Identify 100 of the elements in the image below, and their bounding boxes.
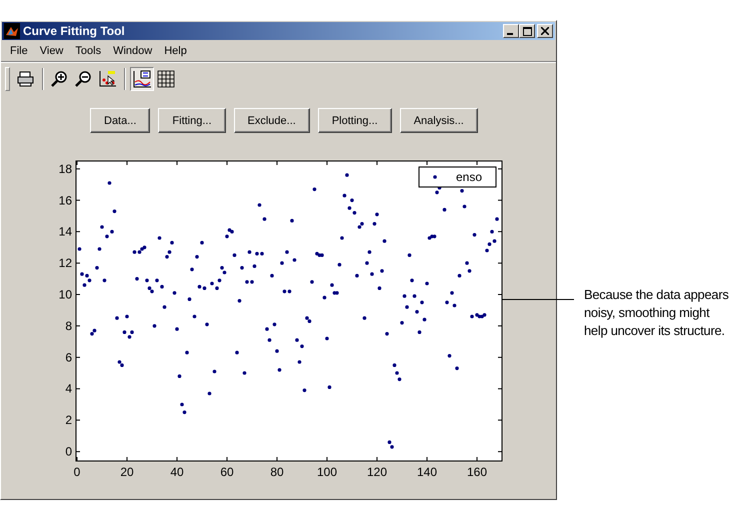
print-icon xyxy=(17,70,35,88)
data-point xyxy=(205,322,209,326)
data-point xyxy=(442,208,446,212)
minimize-button[interactable] xyxy=(503,24,519,38)
action-button[interactable]: Plotting... xyxy=(318,108,392,133)
tick-label: 80 xyxy=(270,465,284,479)
data-point xyxy=(368,250,372,254)
data-point xyxy=(182,410,186,414)
data-point xyxy=(370,272,374,276)
legend-icon xyxy=(133,70,151,88)
data-point xyxy=(218,278,222,282)
data-point xyxy=(135,277,139,281)
data-point xyxy=(465,261,469,265)
data-point xyxy=(125,314,129,318)
data-point xyxy=(195,255,199,259)
tick-label: 16 xyxy=(58,193,72,208)
tick-label: 100 xyxy=(316,465,338,479)
data-point xyxy=(302,388,306,392)
maximize-button[interactable] xyxy=(519,24,535,38)
tick-label: 8 xyxy=(65,318,72,333)
data-point xyxy=(178,374,182,378)
maximize-icon xyxy=(522,26,532,36)
legend-label: enso xyxy=(456,170,482,184)
data-point xyxy=(422,318,426,322)
data-point xyxy=(185,350,189,354)
data-point xyxy=(192,314,196,318)
data-cursor-icon xyxy=(99,70,117,88)
leader-line xyxy=(502,299,574,300)
data-point xyxy=(322,296,326,300)
data-point xyxy=(380,269,384,273)
data-point xyxy=(372,222,376,226)
data-point xyxy=(445,300,449,304)
data-point xyxy=(162,305,166,309)
tick-label: 0 xyxy=(65,444,72,459)
data-point xyxy=(242,371,246,375)
data-point xyxy=(350,198,354,202)
data-point xyxy=(158,236,162,240)
action-button[interactable]: Fitting... xyxy=(158,108,226,133)
data-point xyxy=(262,217,266,221)
menu-item[interactable]: Tools xyxy=(70,44,106,58)
data-point xyxy=(272,322,276,326)
data-point xyxy=(420,300,424,304)
data-point xyxy=(170,240,174,244)
data-point xyxy=(468,269,472,273)
tick-label: 140 xyxy=(416,465,438,479)
data-point xyxy=(172,291,176,295)
data-point xyxy=(175,327,179,331)
data-point xyxy=(152,324,156,328)
close-icon xyxy=(541,27,549,35)
data-point xyxy=(485,248,489,252)
data-point xyxy=(190,268,194,272)
data-point xyxy=(238,299,242,303)
data-point xyxy=(248,250,252,254)
data-point xyxy=(412,294,416,298)
data-point xyxy=(490,230,494,234)
window-title: Curve Fitting Tool xyxy=(23,24,126,38)
data-point xyxy=(462,204,466,208)
data-point xyxy=(290,218,294,222)
menu-item[interactable]: File xyxy=(5,44,33,58)
data-point xyxy=(330,283,334,287)
tick-label: 40 xyxy=(170,465,184,479)
data-point xyxy=(275,349,279,353)
tick-label: 60 xyxy=(220,465,234,479)
data-point xyxy=(188,297,192,301)
data-point xyxy=(200,240,204,244)
close-button[interactable] xyxy=(537,24,553,38)
data-point xyxy=(385,332,389,336)
data-point xyxy=(298,360,302,364)
data-point xyxy=(98,247,102,251)
data-point xyxy=(408,253,412,257)
tick-label: 12 xyxy=(58,256,72,270)
data-point xyxy=(292,258,296,262)
data-point xyxy=(208,392,212,396)
data-point xyxy=(78,247,82,251)
menu-item[interactable]: View xyxy=(34,44,68,58)
action-button[interactable]: Exclude... xyxy=(234,108,310,133)
data-point xyxy=(310,280,314,284)
data-point xyxy=(355,274,359,278)
data-point xyxy=(112,210,116,214)
data-point xyxy=(252,264,256,268)
data-point xyxy=(160,284,164,288)
grid-icon xyxy=(157,70,175,88)
action-button[interactable]: Analysis... xyxy=(400,108,478,133)
data-point xyxy=(100,225,104,229)
data-point xyxy=(285,250,289,254)
data-point xyxy=(155,278,159,282)
tick-label: 18 xyxy=(58,162,72,176)
action-button[interactable]: Data... xyxy=(90,108,150,133)
data-point xyxy=(392,363,396,367)
tick-label: 2 xyxy=(65,413,72,428)
data-point xyxy=(455,366,459,370)
data-point xyxy=(452,304,456,308)
data-point xyxy=(375,212,379,216)
tick-label: 20 xyxy=(120,465,134,479)
tick-label: 10 xyxy=(58,288,72,302)
menu-item[interactable]: Window xyxy=(108,44,158,58)
data-point xyxy=(402,294,406,298)
menu-item[interactable]: Help xyxy=(159,44,192,58)
app-logo-icon xyxy=(4,23,20,39)
toolbar-button[interactable] xyxy=(130,67,154,91)
